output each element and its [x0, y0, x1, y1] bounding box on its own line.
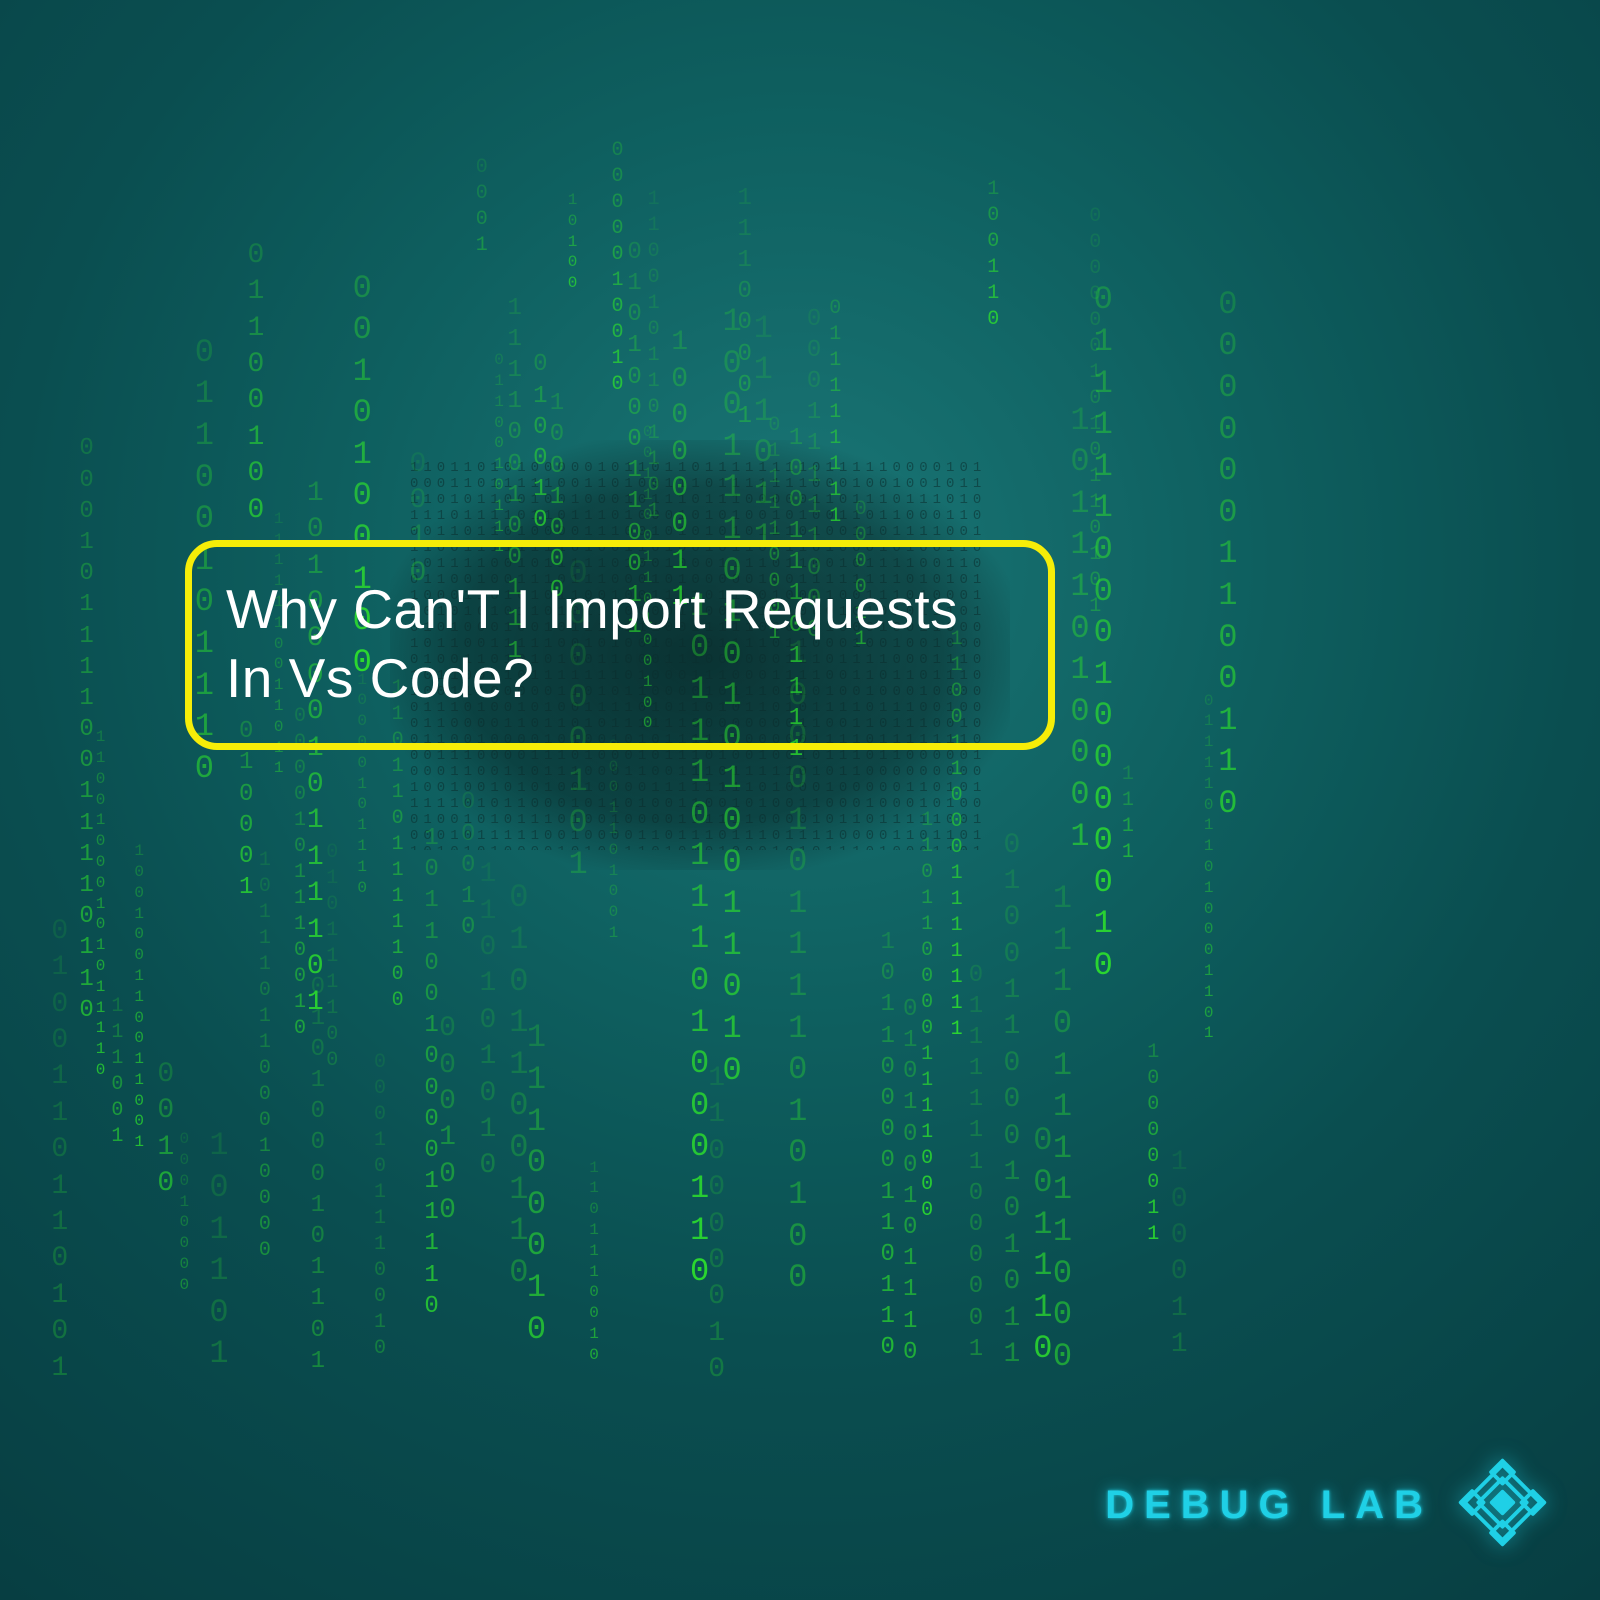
matrix-column: 0101100110	[509, 877, 528, 1293]
matrix-column: 10110000110110	[880, 927, 894, 1364]
matrix-column: 100011	[1171, 1145, 1185, 1363]
matrix-column: 1101110010	[589, 1158, 596, 1366]
matrix-column: 011111111	[829, 296, 841, 530]
matrix-column: 1100101101101	[648, 187, 660, 525]
matrix-column: 0001	[476, 155, 490, 259]
matrix-column: 1011001000011110	[424, 823, 438, 1322]
matrix-column: 000100	[439, 1011, 458, 1229]
matrix-column: 10111010001	[1070, 400, 1089, 858]
matrix-column: 010111100	[326, 840, 340, 1074]
matrix-column: 0001101001	[609, 736, 616, 944]
matrix-column: 0101000101101	[311, 972, 325, 1377]
matrix-column: 0110010111	[494, 350, 504, 558]
brand-mark-icon	[1455, 1455, 1550, 1555]
matrix-column: 0000001010110101	[1089, 204, 1101, 620]
matrix-column: 10000011	[1147, 1040, 1156, 1248]
matrix-column: 1111	[1122, 762, 1134, 866]
matrix-column: 1101100001111000	[921, 808, 933, 1224]
matrix-column: 010010	[533, 349, 547, 536]
matrix-column: 111001	[111, 994, 123, 1150]
brand-text: DEBUG LAB	[1105, 1483, 1433, 1528]
matrix-column: 11100010	[527, 1017, 546, 1350]
matrix-rain: 0001000010100100111011111011101100010000…	[0, 0, 1600, 1600]
matrix-column: 00010000	[179, 1129, 189, 1295]
title-box: Why Can'T I Import Requests In Vs Code?	[185, 540, 1055, 750]
matrix-column: 01100100	[247, 238, 264, 529]
matrix-column: 100100110011001	[134, 841, 144, 1153]
matrix-column: 110101010	[479, 857, 493, 1185]
matrix-column: 010011000101011	[1003, 828, 1020, 1374]
matrix-column: 101101	[209, 1125, 228, 1375]
page-title: Why Can'T I Import Requests In Vs Code?	[226, 575, 1014, 713]
matrix-column: 111011	[754, 308, 775, 558]
matrix-column: 0001011110011110110	[79, 433, 93, 1026]
matrix-column: 0000001100110	[1218, 284, 1239, 825]
matrix-column: 111011111000	[1053, 878, 1072, 1377]
matrix-column: 0100110110101	[51, 914, 68, 1387]
brand-logo: DEBUG LAB	[1105, 1455, 1550, 1555]
matrix-column: 110000010	[708, 1061, 722, 1389]
matrix-column: 000101110010	[374, 1050, 386, 1362]
matrix-column: 11100001	[738, 183, 752, 433]
matrix-column: 0010	[157, 1057, 174, 1203]
matrix-column: 01111011010001101	[1204, 691, 1211, 1045]
matrix-column: 1011101100010000	[259, 848, 273, 1264]
matrix-column: 0111111000001	[969, 960, 983, 1365]
matrix-column: 001110	[1033, 1120, 1052, 1370]
matrix-column: 00010	[461, 787, 472, 943]
matrix-column: 100110	[987, 177, 999, 333]
matrix-column: 01111100010000010	[1094, 279, 1113, 986]
matrix-column: 010100101110	[903, 994, 917, 1368]
matrix-column: 0000010010	[612, 138, 624, 398]
matrix-column: 11001000101011110	[96, 727, 106, 1081]
matrix-column: 10100	[568, 190, 578, 294]
matrix-column: 0000101110010	[294, 704, 306, 1042]
